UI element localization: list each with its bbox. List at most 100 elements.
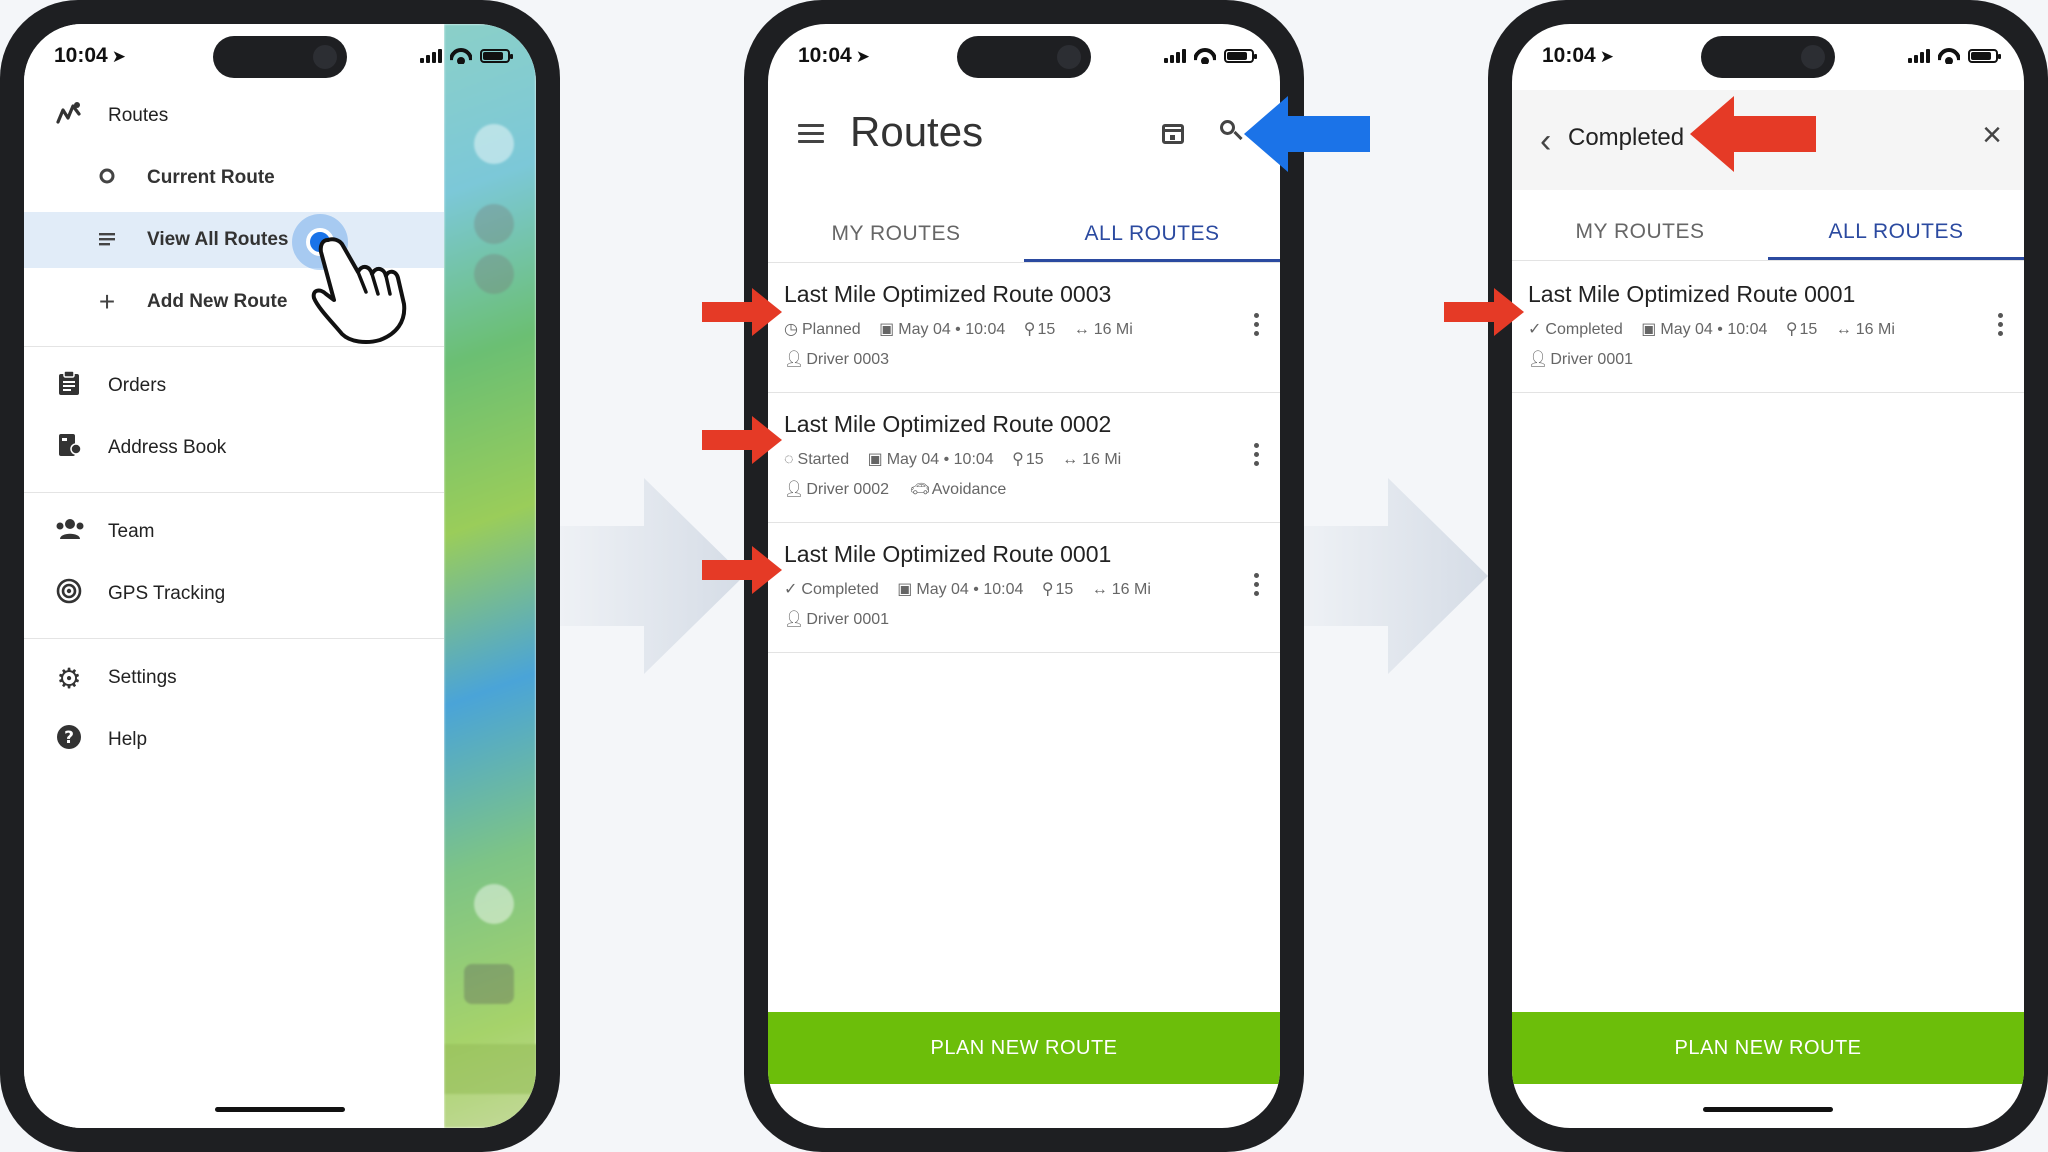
- person-icon: 👤︎: [784, 351, 805, 368]
- red-pointer-arrow-icon: [1690, 96, 1818, 177]
- route-distance: 16 Mi: [1082, 451, 1122, 468]
- search-icon[interactable]: [1220, 120, 1242, 142]
- help-icon: ?: [54, 724, 84, 757]
- route-distance: 16 Mi: [1855, 321, 1895, 338]
- signal-icon: [1908, 49, 1930, 63]
- route-meta: ◌ Started ▣ May 04 • 10:04 ⚲ 15 ↔ 16 Mi: [784, 449, 1135, 469]
- plan-new-route-button[interactable]: PLAN NEW ROUTE: [768, 1012, 1280, 1084]
- route-distance: 16 Mi: [1111, 581, 1151, 598]
- route-name: Last Mile Optimized Route 0002: [784, 411, 1112, 437]
- status-time: 10:04 ➤: [1542, 44, 1614, 67]
- car-icon: 🚗︎: [909, 481, 930, 498]
- calendar-small-icon: ▣: [879, 321, 895, 338]
- route-meta-2: 👤︎ Driver 0002 🚗︎ Avoidance: [784, 479, 1022, 499]
- transition-arrow-icon: [1304, 478, 1488, 679]
- tab-my-routes[interactable]: MY ROUTES: [768, 206, 1024, 262]
- menu-label: View All Routes: [147, 229, 289, 250]
- blue-pointer-arrow-icon: [1244, 96, 1372, 177]
- menu-item-team[interactable]: Team: [24, 504, 444, 560]
- check-icon: ✓: [1528, 321, 1542, 338]
- route-meta: ✓ Completed ▣ May 04 • 10:04 ⚲ 15 ↔ 16 Mi: [784, 579, 1165, 599]
- svg-text:?: ?: [64, 728, 74, 748]
- route-row[interactable]: Last Mile Optimized Route 0001 ✓ Complete…: [768, 523, 1280, 653]
- gear-icon: ⚙: [56, 662, 82, 694]
- route-extra: Avoidance: [931, 481, 1007, 498]
- hamburger-menu-icon[interactable]: [798, 124, 824, 148]
- location-arrow-icon: ➤: [111, 47, 126, 66]
- route-name: Last Mile Optimized Route 0001: [784, 541, 1112, 567]
- clipboard-icon: [54, 369, 84, 403]
- menu-item-address-book[interactable]: Address Book: [24, 420, 444, 476]
- home-indicator: [1703, 1107, 1833, 1112]
- route-date: May 04 • 10:04: [1660, 321, 1768, 338]
- dynamic-island: [957, 36, 1091, 78]
- phone-menu: 10:04 ➤ Routes Current Route View All Ro…: [0, 0, 560, 1152]
- menu-item-orders[interactable]: Orders: [24, 358, 444, 414]
- more-options-icon[interactable]: [1254, 573, 1260, 600]
- plan-new-route-button[interactable]: PLAN NEW ROUTE: [1512, 1012, 2024, 1084]
- team-icon: [54, 518, 84, 547]
- clock-icon: ◷: [784, 321, 798, 338]
- divider: [24, 638, 444, 639]
- battery-icon: [480, 49, 513, 63]
- route-row[interactable]: Last Mile Optimized Route 0003 ◷ Planned …: [768, 263, 1280, 393]
- route-stops: 15: [1025, 451, 1044, 468]
- location-arrow-icon: ➤: [1599, 47, 1614, 66]
- route-distance: 16 Mi: [1093, 321, 1133, 338]
- wifi-icon: [1938, 48, 1960, 64]
- menu-label: Orders: [108, 375, 167, 396]
- pointing-hand-icon: [306, 230, 416, 355]
- more-options-icon[interactable]: [1254, 313, 1260, 340]
- close-icon[interactable]: ×: [1982, 116, 2002, 155]
- tab-all-routes[interactable]: ALL ROUTES: [1024, 206, 1280, 262]
- route-meta: ✓ Completed ▣ May 04 • 10:04 ⚲ 15 ↔ 16 Mi: [1528, 319, 1909, 339]
- red-pointer-arrow-icon: [1444, 288, 1524, 341]
- battery-icon: [1968, 49, 2001, 63]
- search-screen: 10:04 ➤ ‹ Completed × MY ROUTES ALL ROUTE…: [1512, 24, 2024, 1128]
- person-icon: 👤︎: [784, 611, 805, 628]
- search-input[interactable]: Completed: [1568, 124, 1684, 152]
- app-header: Routes: [768, 94, 1280, 184]
- chevron-left-icon[interactable]: ‹: [1540, 122, 1551, 161]
- status-time: 10:04 ➤: [798, 44, 870, 67]
- menu-label: Settings: [108, 667, 177, 688]
- routes-screen: 10:04 ➤ Routes MY ROUTES ALL ROUTES Last …: [768, 24, 1280, 1128]
- route-row[interactable]: Last Mile Optimized Route 0001 ✓ Complete…: [1512, 263, 2024, 393]
- check-icon: ✓: [784, 581, 798, 598]
- route-status: Planned: [801, 321, 861, 338]
- red-pointer-arrow-icon: [702, 546, 782, 599]
- route-date: May 04 • 10:04: [898, 321, 1006, 338]
- battery-icon: [1224, 49, 1257, 63]
- phone-routes: 10:04 ➤ Routes MY ROUTES ALL ROUTES Last …: [744, 0, 1304, 1152]
- route-date: May 04 • 10:04: [886, 451, 994, 468]
- route-stops: 15: [1037, 321, 1056, 338]
- tab-all-routes[interactable]: ALL ROUTES: [1768, 204, 2024, 260]
- person-icon: 👤︎: [784, 481, 805, 498]
- menu-label: GPS Tracking: [108, 583, 226, 604]
- menu-screen: 10:04 ➤ Routes Current Route View All Ro…: [24, 24, 536, 1128]
- dynamic-island: [213, 36, 347, 78]
- menu-item-settings[interactable]: ⚙ Settings: [24, 650, 444, 706]
- distance-icon: ↔: [1062, 451, 1079, 468]
- location-arrow-icon: ➤: [855, 47, 870, 66]
- more-options-icon[interactable]: [1254, 443, 1260, 470]
- signal-icon: [420, 49, 442, 63]
- menu-item-help[interactable]: ? Help: [24, 712, 444, 768]
- more-options-icon[interactable]: [1998, 313, 2004, 340]
- calendar-icon[interactable]: [1162, 124, 1184, 144]
- distance-icon: ↔: [1091, 581, 1108, 598]
- menu-label: Team: [108, 521, 155, 542]
- pin-icon: ⚲: [1023, 321, 1036, 338]
- signal-icon: [1164, 49, 1186, 63]
- menu-label: Address Book: [108, 437, 227, 458]
- tab-my-routes[interactable]: MY ROUTES: [1512, 204, 1768, 260]
- menu-item-gps-tracking[interactable]: GPS Tracking: [24, 566, 444, 622]
- menu-item-routes[interactable]: Routes: [24, 88, 444, 144]
- route-driver: Driver 0003: [806, 351, 890, 368]
- route-date: May 04 • 10:04: [916, 581, 1024, 598]
- route-tabs: MY ROUTES ALL ROUTES: [768, 206, 1280, 263]
- menu-item-current-route[interactable]: Current Route: [24, 150, 444, 206]
- route-row[interactable]: Last Mile Optimized Route 0002 ◌ Started …: [768, 393, 1280, 523]
- calendar-small-icon: ▣: [897, 581, 913, 598]
- dynamic-island: [1701, 36, 1835, 78]
